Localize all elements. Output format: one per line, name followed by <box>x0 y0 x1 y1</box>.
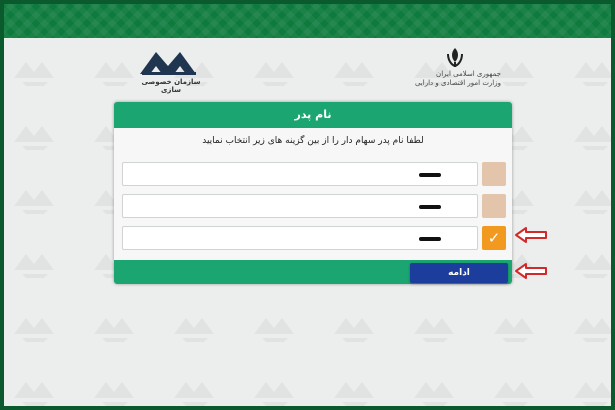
redacted-mark <box>419 173 441 177</box>
redacted-mark <box>419 237 441 241</box>
red-outline-arrow-icon <box>515 227 547 243</box>
father-name-card: نام پدر لطفا نام پدر سهام دار را از بین … <box>114 102 512 284</box>
gov-logo-line-1: جمهوری اسلامی ایران <box>436 70 501 78</box>
option-field[interactable] <box>122 162 478 186</box>
check-icon: ✓ <box>487 229 501 247</box>
option-field[interactable] <box>122 194 478 218</box>
option-field[interactable] <box>122 226 478 250</box>
option-row-1[interactable] <box>122 162 506 186</box>
option-checkbox[interactable] <box>482 162 506 186</box>
org-logo-caption: سازمان خصوصی سازی <box>141 78 201 94</box>
lion-and-sun-emblem-icon <box>447 48 463 68</box>
option-checkbox-selected[interactable]: ✓ <box>482 226 506 250</box>
instruction-text: لطفا نام پدر سهام دار را از بین گزینه ها… <box>202 136 424 146</box>
page-frame: جمهوری اسلامی ایران وزارت امور اقتصادی و… <box>4 4 611 406</box>
card-title: نام پدر <box>114 102 512 128</box>
gov-logo-line-2: وزارت امور اقتصادی و دارایی <box>414 79 501 87</box>
continue-button[interactable]: ادامه <box>410 263 508 283</box>
option-row-2[interactable] <box>122 194 506 218</box>
privatization-organization-logo-icon <box>140 52 196 75</box>
gov-logo-caption: جمهوری اسلامی ایران وزارت امور اقتصادی و… <box>411 70 501 88</box>
option-checkbox[interactable] <box>482 194 506 218</box>
option-row-3[interactable]: ✓ <box>122 226 506 250</box>
top-banner <box>4 4 611 38</box>
red-outline-arrow-icon <box>515 263 547 279</box>
redacted-mark <box>419 205 441 209</box>
